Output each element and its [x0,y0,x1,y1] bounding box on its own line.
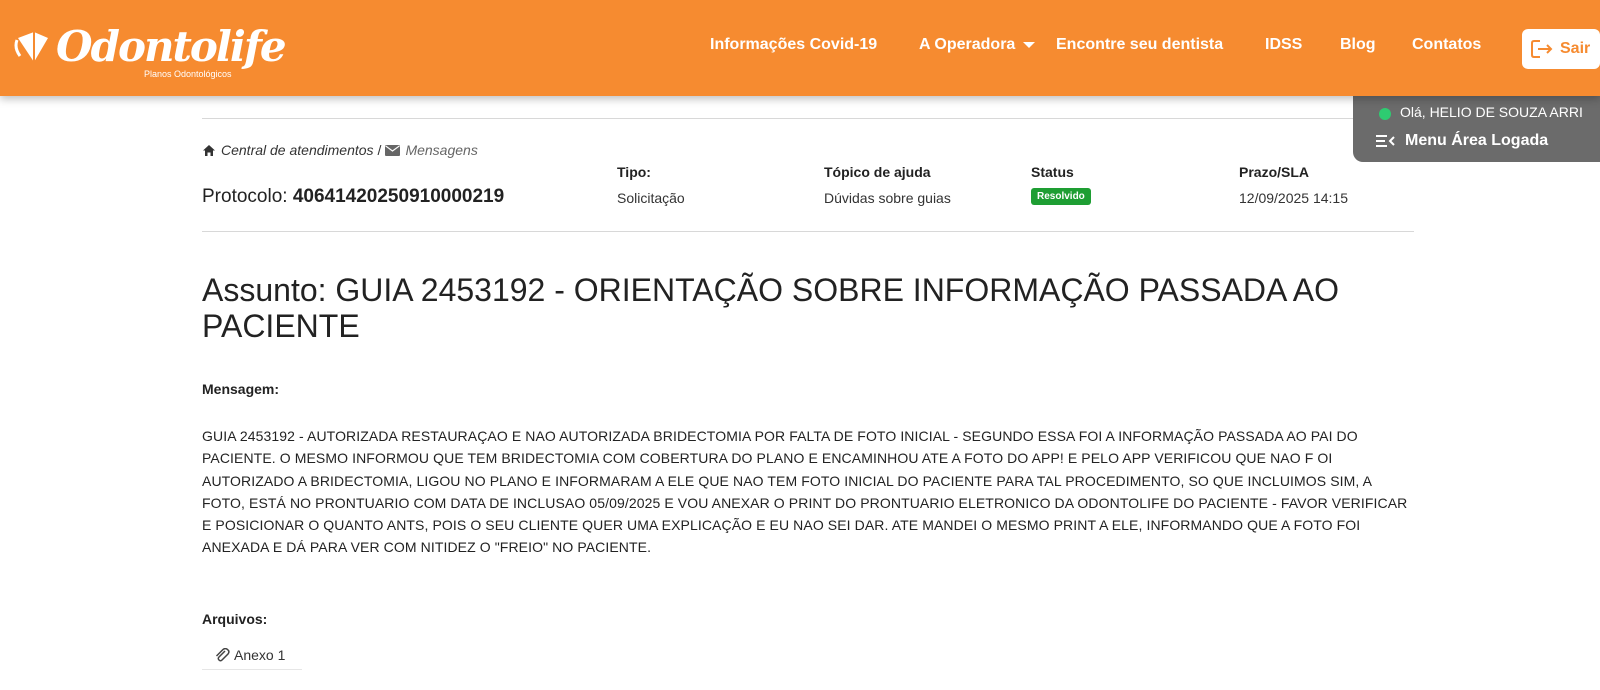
subject-heading: Assunto: GUIA 2453192 - ORIENTAÇÃO SOBRE… [202,272,1339,344]
prazo-label: Prazo/SLA [1239,164,1310,180]
logout-icon [1531,40,1553,58]
topico-value: Dúvidas sobre guias [824,190,951,206]
arquivos-label: Arquivos: [202,611,268,627]
logged-menu-button[interactable]: Menu Área Logada [1375,132,1548,150]
chevron-down-icon [1023,41,1036,48]
mensagem-label: Mensagem: [202,381,280,397]
breadcrumb-mensagens: Mensagens [405,142,478,158]
logout-label: Sair [1560,40,1591,57]
topico-column: Tópico de ajuda Dúvidas sobre guias [824,164,951,206]
breadcrumb: Central de atendimentos / Mensagens [202,142,478,158]
protocol-label: Protocolo: [202,186,288,207]
attachment-link[interactable]: Anexo 1 [202,640,302,670]
breadcrumb-central-atendimentos[interactable]: Central de atendimentos [221,142,374,158]
topico-label: Tópico de ajuda [824,164,931,180]
menu-lines-icon [1376,135,1395,147]
nav-covid[interactable]: Informações Covid-19 [710,36,877,60]
logged-area-panel: Olá, HELIO DE SOUZA ARRI Menu Área Logad… [1353,96,1600,162]
nav-operadora-label: A Operadora [919,36,1016,53]
status-badge: Resolvido [1031,188,1091,205]
logged-menu-label: Menu Área Logada [1405,132,1549,149]
prazo-column: Prazo/SLA 12/09/2025 14:15 [1239,164,1348,206]
status-label: Status [1031,164,1074,180]
top-navigation-bar: Odontolife Planos Odontológicos Informaç… [0,0,1600,96]
tipo-value: Solicitação [617,190,685,206]
top-divider [202,118,1414,119]
user-greeting: Olá, HELIO DE SOUZA ARRI [1400,104,1583,120]
nav-operadora[interactable]: A Operadora [919,36,1036,60]
prazo-value: 12/09/2025 14:15 [1239,190,1348,206]
nav-blog[interactable]: Blog [1340,36,1376,60]
tooth-logo-icon [14,32,48,62]
protocol-info: Protocolo: 40641420250910000219 [202,186,504,208]
online-status-icon [1379,108,1391,120]
header-divider [202,231,1414,232]
nav-encontre-dentista[interactable]: Encontre seu dentista [1056,36,1223,60]
logo-subtitle: Planos Odontológicos [144,69,232,79]
odontolife-logo[interactable]: Odontolife Planos Odontológicos [14,22,287,84]
attachment-label: Anexo 1 [234,646,286,663]
status-column: Status Resolvido [1031,164,1091,205]
breadcrumb-separator: / [377,142,382,158]
protocol-number: 40641420250910000219 [292,186,505,207]
tipo-label: Tipo: [617,164,651,180]
logout-button[interactable]: Sair [1522,29,1600,69]
envelope-icon [385,144,401,156]
nav-contatos[interactable]: Contatos [1412,36,1481,60]
nav-idss[interactable]: IDSS [1265,36,1302,60]
message-body: GUIA 2453192 - AUTORIZADA RESTAURAÇAO E … [202,428,1408,556]
paperclip-icon [215,647,230,661]
tipo-column: Tipo: Solicitação [617,164,685,206]
logo-wordmark: Odontolife [56,22,287,71]
home-icon [203,144,215,156]
